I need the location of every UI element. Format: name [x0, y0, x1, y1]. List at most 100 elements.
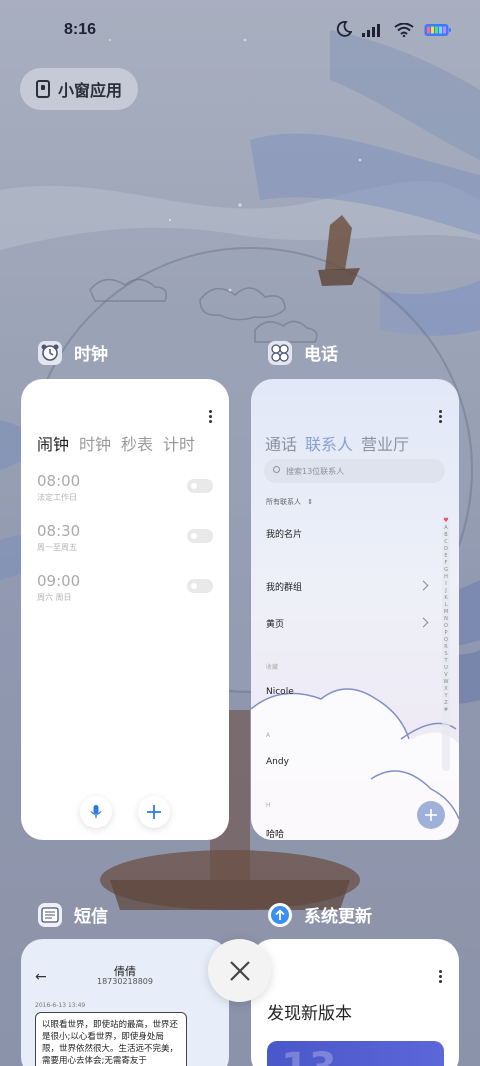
plus-icon [147, 805, 161, 819]
tab-timer[interactable]: 计时 [163, 431, 195, 455]
alphabet-index-letter[interactable]: N [444, 616, 448, 622]
tab-alarm[interactable]: 闹钟 [37, 431, 69, 455]
sms-app-title: 短信 [74, 907, 108, 927]
my-groups-row[interactable]: 我的群组 [266, 580, 302, 593]
phone-app-icon [268, 340, 292, 365]
alphabet-index-letter[interactable]: L [445, 602, 448, 608]
add-alarm-button[interactable] [138, 796, 170, 828]
alphabet-index-letter[interactable]: A [444, 525, 447, 531]
phone-more-icon[interactable] [439, 410, 442, 423]
alphabet-index-letter[interactable]: V [444, 672, 447, 678]
alarm-item[interactable]: 08:00 法定工作日 [37, 472, 80, 503]
contacts-search-input[interactable]: 搜索13位联系人 [264, 459, 445, 483]
sort-icon: ⇕ [307, 498, 314, 506]
alphabet-index-letter[interactable]: Z [444, 700, 447, 706]
all-contacts-label: 所有联系人 [266, 498, 301, 506]
tab-contacts[interactable]: 联系人 [305, 431, 353, 455]
clock-app-card[interactable]: 闹钟 时钟 秒表 计时 08:00 法定工作日 08:30 周一至周五 09:0… [21, 379, 229, 840]
alarm-toggle[interactable] [187, 529, 213, 543]
sms-app-icon [38, 902, 62, 927]
alphabet-index-letter[interactable]: S [444, 651, 447, 657]
phone-tabs: 通话 联系人 营业厅 [265, 431, 409, 455]
update-banner-text: 13 [281, 1045, 337, 1066]
status-bar: 8:16 [0, 0, 480, 62]
update-app-icon [268, 902, 292, 927]
alphabet-index-letter[interactable]: I [445, 581, 446, 587]
chevron-right-icon [418, 617, 429, 628]
yellow-pages-row[interactable]: 黄页 [266, 617, 284, 630]
alphabet-index-letter[interactable]: H [444, 574, 448, 580]
clock-more-icon[interactable] [209, 410, 212, 423]
alphabet-index-letter[interactable]: F [445, 560, 448, 566]
alphabet-index-letter[interactable]: O [444, 623, 448, 629]
all-contacts-filter[interactable]: 所有联系人 ⇕ [266, 497, 313, 507]
contact-row[interactable]: Andy [266, 757, 289, 767]
battery-icon [424, 22, 452, 41]
microphone-icon [90, 805, 102, 818]
alarm-item[interactable]: 09:00 周六 周日 [37, 572, 80, 603]
clock-app-header: 时钟 [38, 340, 108, 365]
chevron-right-icon [418, 580, 429, 591]
tab-clock[interactable]: 时钟 [79, 431, 111, 455]
tab-calls[interactable]: 通话 [265, 431, 297, 455]
alphabet-index-letter[interactable]: # [444, 707, 448, 713]
heart-icon: ♥ [443, 517, 449, 524]
alphabet-index-letter[interactable]: C [444, 539, 448, 545]
sms-app-card[interactable]: ← 倩倩 18730218809 2016-6-13 13:49 以眼看世界，即… [21, 939, 229, 1066]
alarm-item[interactable]: 08:30 周一至周五 [37, 522, 80, 553]
alphabet-index[interactable]: ♥ A B C D E F G H I J K L M N O P Q R S T U V W X Y Z # [442, 515, 450, 771]
signal-icon [362, 22, 384, 41]
alphabet-index-letter[interactable]: M [444, 609, 448, 615]
contact-row[interactable]: Nicole [266, 687, 294, 697]
update-more-icon[interactable] [439, 970, 442, 983]
sms-message-bubble: 以眼看世界，即使站的最高，世界还是很小;以心看世界，即使身处局限，世界依然很大。… [35, 1012, 187, 1066]
phone-app-card[interactable]: 通话 联系人 营业厅 搜索13位联系人 所有联系人 ⇕ 我的名片 我的群组 黄页… [251, 379, 459, 840]
update-app-card[interactable]: 发现新版本 13 [251, 939, 459, 1066]
small-window-apps-button[interactable]: 小窗应用 [20, 68, 138, 110]
alarm-time: 09:00 [37, 572, 81, 590]
alarm-time: 08:30 [37, 522, 81, 540]
small-window-label: 小窗应用 [58, 81, 123, 100]
add-contact-button[interactable] [417, 801, 445, 829]
alphabet-index-letter[interactable]: R [444, 644, 447, 650]
alphabet-index-letter[interactable]: Y [444, 693, 447, 699]
alphabet-index-letter[interactable]: X [444, 686, 447, 692]
alarm-repeat: 周一至周五 [37, 543, 77, 552]
alphabet-index-letter[interactable]: U [444, 665, 448, 671]
alphabet-index-letter[interactable]: P [444, 630, 447, 636]
close-icon [229, 960, 250, 981]
alarm-repeat: 法定工作日 [37, 493, 77, 502]
search-icon [273, 466, 280, 473]
update-app-title: 系统更新 [304, 907, 372, 927]
update-version-banner: 13 [267, 1041, 444, 1066]
contact-row[interactable]: 哈哈 [266, 827, 284, 840]
voice-alarm-button[interactable] [80, 796, 112, 828]
sms-app-header: 短信 [38, 902, 108, 927]
alphabet-index-letter[interactable]: J [445, 588, 446, 594]
phone-app-header: 电话 [268, 340, 338, 365]
tab-stopwatch[interactable]: 秒表 [121, 431, 153, 455]
alphabet-index-letter[interactable]: G [444, 567, 448, 573]
sms-date: 2016-6-13 13:49 [35, 1002, 86, 1009]
small-window-icon [36, 80, 50, 98]
plus-icon [425, 809, 437, 821]
wifi-icon [394, 22, 414, 41]
alarm-toggle[interactable] [187, 479, 213, 493]
alphabet-index-letter[interactable]: D [444, 546, 448, 552]
alphabet-index-letter[interactable]: E [444, 553, 447, 559]
alphabet-index-letter[interactable]: B [444, 532, 447, 538]
alphabet-index-letter[interactable]: T [444, 658, 447, 664]
update-app-header: 系统更新 [268, 902, 372, 927]
alarm-repeat: 周六 周日 [37, 593, 72, 602]
alarm-time: 08:00 [37, 472, 81, 490]
alphabet-index-letter[interactable]: Q [444, 637, 448, 643]
alphabet-index-letter[interactable]: W [444, 679, 449, 685]
close-all-button[interactable] [208, 939, 271, 1002]
clock-app-icon [38, 340, 62, 365]
alarm-toggle[interactable] [187, 579, 213, 593]
my-card-row[interactable]: 我的名片 [266, 527, 302, 540]
alphabet-index-letter[interactable]: K [444, 595, 447, 601]
moon-icon [336, 21, 353, 41]
section-label-a: A [266, 732, 271, 739]
tab-service-hall[interactable]: 营业厅 [361, 431, 409, 455]
